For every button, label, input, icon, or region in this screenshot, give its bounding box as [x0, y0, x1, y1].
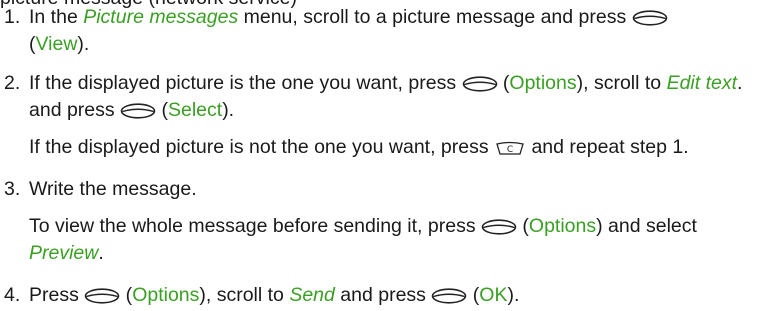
text: (	[497, 72, 510, 94]
text: ), scroll to	[199, 284, 290, 306]
text: (	[517, 215, 529, 237]
instruction-page: picture message (network service) 1. In …	[0, 0, 765, 311]
text: (	[120, 284, 133, 306]
step-number: 4.	[4, 284, 21, 306]
selection-key-icon	[432, 288, 467, 304]
menu-name: Picture messages	[83, 6, 239, 28]
text: ), scroll to	[576, 72, 667, 94]
step-text: Write the message. To view the whole mes…	[29, 176, 761, 267]
text: .	[98, 242, 104, 264]
text: and repeat step 1.	[526, 136, 689, 158]
text: ).	[222, 99, 235, 121]
step-3-note: To view the whole message before sending…	[29, 213, 761, 267]
softkey-label: OK	[479, 284, 508, 306]
selection-key-icon	[462, 76, 497, 92]
selection-key-icon	[120, 103, 156, 119]
text: If the displayed picture is not the one …	[29, 136, 495, 158]
step-number: 2.	[4, 72, 21, 94]
text: In the	[29, 6, 84, 28]
step-number: 3.	[4, 178, 21, 200]
softkey-label: View	[35, 33, 78, 55]
menu-option: Send	[289, 284, 335, 306]
text: Write the message.	[29, 178, 197, 200]
softkey-label: Options	[528, 215, 597, 237]
step-number: 1.	[4, 6, 21, 28]
text: menu, scroll to a picture message and pr…	[238, 6, 632, 28]
text: To view the whole message before sending…	[29, 215, 481, 237]
text: (	[156, 99, 168, 121]
menu-option: Edit text	[666, 72, 738, 94]
text: (	[467, 284, 480, 306]
softkey-label: Options	[132, 284, 200, 306]
text: ).	[77, 33, 90, 55]
text: ) and select	[596, 215, 697, 237]
softkey-label: Options	[509, 72, 577, 94]
selection-key-icon	[84, 288, 120, 304]
selection-key-icon	[481, 219, 517, 235]
step-text: Press (Options), scroll to Send and pres…	[29, 282, 761, 309]
text: If the displayed picture is the one you …	[29, 72, 462, 94]
step-2-note: If the displayed picture is not the one …	[29, 134, 761, 161]
clear-key-icon: C	[496, 141, 524, 155]
step-text: In the Picture messages menu, scroll to …	[29, 4, 761, 58]
text: and press	[334, 284, 432, 306]
step-text: If the displayed picture is the one you …	[29, 70, 761, 161]
svg-text:C: C	[507, 145, 513, 155]
menu-option: Preview	[29, 242, 99, 264]
text: ).	[507, 284, 520, 306]
text: Press	[29, 284, 85, 306]
softkey-label: Select	[167, 99, 223, 121]
selection-key-icon	[632, 10, 667, 26]
